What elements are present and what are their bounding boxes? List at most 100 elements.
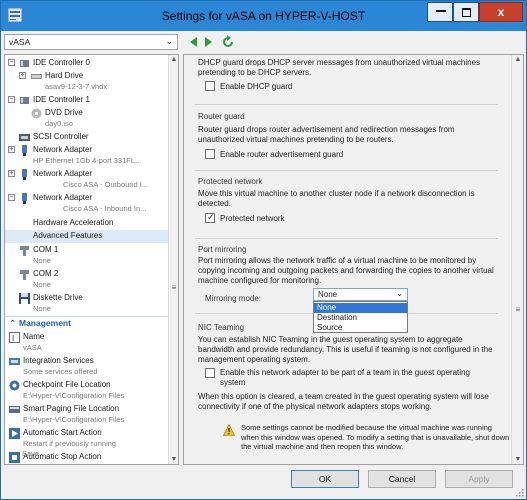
mirroring-option-none[interactable]: None [314, 303, 407, 313]
tree-item-com-1[interactable]: COM 1 [5, 244, 169, 257]
tree-item-label: Automatic Start Action [23, 428, 102, 437]
dhcp-guard-label: Enable DHCP guard [220, 82, 293, 91]
nic-teaming-title: NIC Teaming [198, 323, 245, 332]
vm-selector[interactable]: vASA ⌄ [4, 34, 178, 50]
tree-item-label: Diskette Drive [33, 293, 83, 302]
chevron-down-icon: ⌄ [165, 36, 173, 46]
network-adapter-icon [22, 193, 27, 204]
tree-item-detail: day0.iso [45, 119, 73, 128]
collapse-icon[interactable]: − [8, 59, 15, 66]
nic-teaming-checkbox[interactable] [205, 368, 215, 378]
scroll-down-icon[interactable]: ▼ [169, 456, 179, 463]
tree-item-detail: None [33, 280, 51, 289]
section-title: Management [19, 318, 71, 328]
close-icon: x [497, 5, 505, 19]
tree-item-diskette-drive[interactable]: Diskette Drive [5, 292, 169, 305]
protected-network-label: Protected network [220, 214, 285, 223]
tree-item-com-2[interactable]: COM 2 [5, 268, 169, 281]
tree-scrollbar[interactable]: ▲ ≡ ▼ [168, 55, 178, 464]
tree-item-detail: E:\Hyper-V\Configuration Files [23, 391, 125, 400]
diskette-icon [19, 293, 30, 304]
collapse-icon[interactable]: − [8, 96, 15, 103]
tree-item-label: IDE Controller 0 [33, 58, 90, 67]
integration-services-icon [9, 358, 20, 365]
maximize-button[interactable] [453, 2, 479, 22]
close-button[interactable]: x [479, 2, 523, 22]
stop-action-icon [9, 452, 20, 463]
port-mirroring-title: Port mirroring [198, 245, 247, 254]
dhcp-guard-checkbox[interactable] [205, 81, 215, 91]
tree-item-label: Advanced Features [33, 231, 103, 240]
tree-item-label: Network Adapter [33, 193, 93, 202]
router-guard-description: Router guard drops router advertisement … [198, 125, 455, 144]
minimize-icon [436, 10, 446, 12]
title-bar[interactable]: Settings for vASA on HYPER-V-HOST x [1, 1, 526, 31]
controller-icon [20, 60, 29, 67]
tree-item-label: SCSI Controller [33, 132, 89, 141]
router-guard-checkbox[interactable] [205, 149, 215, 159]
tree-item-dvd-drive[interactable]: DVD Drive [5, 107, 169, 120]
settings-window: Settings for vASA on HYPER-V-HOST x vASA… [0, 0, 527, 500]
mirroring-mode-select[interactable]: None ⌄ [313, 288, 408, 301]
tree-item-detail: Save [22, 449, 40, 458]
resize-grip-icon[interactable] [516, 489, 524, 497]
router-guard-label: Enable router advertisement guard [220, 150, 344, 159]
tree-item-scsi-controller[interactable]: SCSI Controller [5, 131, 169, 144]
tree-item-label: Network Adapter [33, 169, 93, 178]
port-mirroring-description: Port mirroring allows the network traffi… [198, 256, 494, 285]
tree-item-advanced-features[interactable]: Advanced Features [5, 230, 169, 243]
section-header-management[interactable]: ⌃ Management [5, 316, 169, 329]
collapse-icon[interactable]: − [8, 194, 15, 201]
tree-item-detail: vASA [23, 343, 42, 352]
scroll-up-icon[interactable]: ▲ [169, 56, 179, 63]
protected-network-checkbox[interactable] [205, 212, 215, 223]
mirroring-option-source[interactable]: Source [314, 323, 407, 333]
expand-icon[interactable]: + [8, 146, 15, 153]
tree-item-detail: None [33, 256, 51, 265]
warning-message: Some settings cannot be modified because… [241, 423, 510, 451]
tree-item-detail: Restart if previously running [23, 439, 116, 448]
scsi-icon [19, 134, 30, 141]
mirroring-mode-value: None [318, 290, 338, 299]
content-scrollbar[interactable]: ▲ ≡ ▼ [511, 55, 523, 464]
protected-network-description: Move this virtual machine to another clu… [198, 189, 475, 208]
ok-button[interactable]: OK [291, 470, 359, 488]
minimize-button[interactable] [427, 2, 453, 22]
tree-item-label: Network Adapter [33, 145, 93, 154]
dvd-icon [31, 108, 42, 119]
start-action-icon [9, 428, 20, 439]
hard-drive-icon [31, 74, 42, 79]
forward-icon[interactable] [201, 35, 215, 49]
maximize-icon [462, 8, 471, 17]
nic-teaming-note: When this option is cleared, a team crea… [198, 392, 489, 411]
scroll-up-icon[interactable]: ▲ [512, 56, 524, 63]
com-port-icon [20, 270, 29, 280]
tree-item-label: Checkpoint File Location [23, 380, 111, 389]
scroll-grip-icon[interactable]: ≡ [169, 283, 179, 292]
tree-item-label: Smart Paging File Location [23, 404, 120, 413]
tree-item-hardware-acceleration[interactable]: Hardware Acceleration [5, 217, 169, 230]
mirroring-mode-dropdown[interactable]: None Destination Source [313, 301, 408, 333]
tree-item-detail: Cisco ASA - Inbound In... [63, 204, 147, 213]
scroll-grip-icon[interactable]: ≡ [512, 305, 524, 314]
expand-icon[interactable]: + [19, 72, 26, 79]
apply-button[interactable]: Apply [445, 470, 513, 488]
vm-selector-value: vASA [9, 37, 31, 47]
expand-icon[interactable]: + [8, 170, 15, 177]
refresh-icon[interactable] [221, 35, 235, 49]
tree-item-ide-controller-1[interactable]: − IDE Controller 1 [5, 94, 169, 107]
tree-item-detail: None [33, 304, 51, 313]
back-icon[interactable] [187, 35, 201, 49]
mirroring-option-destination[interactable]: Destination [314, 313, 407, 323]
dhcp-guard-description: DHCP guard drops DHCP server messages fr… [198, 58, 481, 77]
tree-item-detail: E:\Hyper-V\Configuration Files [23, 415, 125, 424]
name-icon: I [9, 332, 20, 343]
protected-network-title: Protected network [198, 177, 263, 186]
tree-item-label: Hard Drive [45, 71, 84, 80]
cancel-button[interactable]: Cancel [368, 470, 436, 488]
advanced-features-panel: DHCP guard drops DHCP server messages fr… [183, 54, 524, 465]
tree-item-ide-controller-0[interactable]: − IDE Controller 0 [5, 57, 169, 70]
chevron-down-icon: ⌄ [396, 289, 403, 298]
scroll-down-icon[interactable]: ▼ [512, 456, 524, 463]
tree-item-label: IDE Controller 1 [33, 95, 90, 104]
